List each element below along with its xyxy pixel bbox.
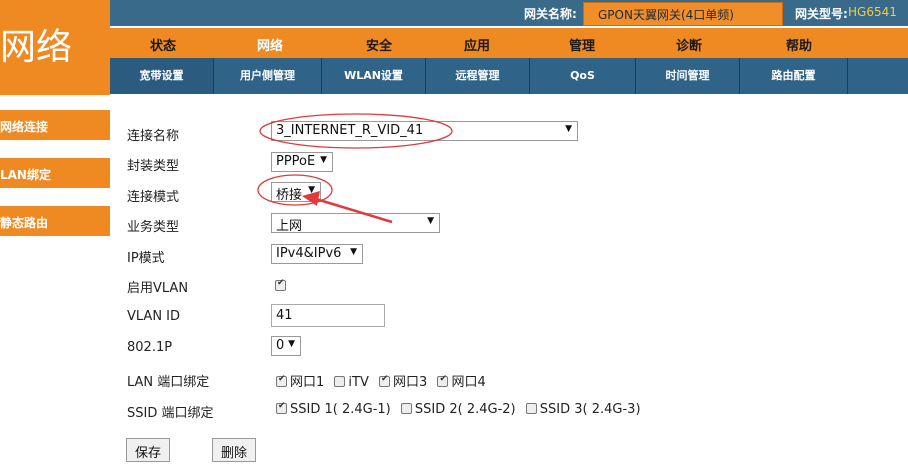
page-title: 网络 [0, 27, 73, 68]
lan-binding-options: 网口1 iTV 网口3 网口4 [276, 371, 492, 390]
service-type-value: 上网 [276, 219, 303, 233]
sub-nav-user-side[interactable]: 用户侧管理 [214, 58, 322, 94]
gateway-model-value: HG6541 [848, 5, 897, 19]
sidebar-item-label: 静态路由 [0, 216, 49, 230]
encap-type-label: 封装类型 [127, 159, 180, 174]
connection-mode-value: 桥接 [276, 188, 303, 202]
main-nav-apps[interactable]: 应用 [464, 35, 490, 54]
vlan-id-label: VLAN ID [127, 309, 181, 324]
sub-nav-remote[interactable]: 远程管理 [426, 58, 530, 94]
chevron-down-icon: ▼ [288, 339, 295, 349]
lan-port1-checkbox[interactable] [276, 374, 287, 387]
ssid2-checkbox[interactable] [400, 403, 412, 414]
connection-mode-select[interactable]: 桥接 ▼ [271, 182, 321, 202]
main-nav-manage[interactable]: 管理 [569, 35, 595, 54]
chevron-down-icon: ▼ [427, 216, 434, 226]
p8021-select[interactable]: 0 ▼ [271, 336, 301, 356]
enable-vlan-checkbox[interactable] [275, 278, 286, 291]
sub-nav-wlan[interactable]: WLAN设置 [322, 58, 426, 94]
main-nav-diagnose[interactable]: 诊断 [676, 35, 702, 54]
chevron-down-icon: ▼ [308, 185, 315, 195]
p8021-value: 0 [276, 338, 285, 353]
main-nav-network[interactable]: 网络 [257, 35, 283, 54]
ssid-binding-options: SSID 1( 2.4G-1) SSID 2( 2.4G-2) SSID 3( … [276, 401, 647, 417]
lan-port4-label: 网口4 [451, 375, 486, 390]
connection-name-select[interactable]: 3_INTERNET_R_VID_41 ▼ [271, 121, 578, 141]
chevron-down-icon: ▼ [320, 155, 327, 165]
encap-type-select[interactable]: PPPoE ▼ [271, 152, 333, 172]
main-nav-help[interactable]: 帮助 [786, 35, 812, 54]
p8021-label: 802.1P [127, 340, 173, 355]
lan-port3-label: 网口3 [393, 375, 428, 390]
chevron-down-icon: ▼ [565, 124, 572, 134]
ssid3-checkbox[interactable] [525, 403, 537, 414]
service-type-label: 业务类型 [127, 220, 180, 235]
sidebar-item-network-connection[interactable]: 网络连接 [0, 110, 110, 140]
sidebar-item-label: LAN绑定 [0, 168, 51, 182]
ssid1-label: SSID 1( 2.4G-1) [290, 402, 391, 417]
service-type-select[interactable]: 上网 ▼ [271, 213, 440, 233]
save-button[interactable]: 保存 [126, 438, 171, 462]
delete-button[interactable]: 删除 [212, 438, 257, 462]
lan-port4-checkbox[interactable] [437, 374, 449, 387]
main-nav-security[interactable]: 安全 [366, 35, 392, 54]
ssid-binding-label: SSID 端口绑定 [127, 406, 214, 421]
main-nav-status[interactable]: 状态 [150, 35, 176, 54]
vlan-id-value: 41 [276, 308, 293, 323]
sidebar-item-lan-binding[interactable]: LAN绑定 [0, 158, 110, 188]
sidebar-item-static-route[interactable]: 静态路由 [0, 206, 110, 236]
lan-binding-label: LAN 端口绑定 [127, 375, 210, 390]
sub-nav-time[interactable]: 时间管理 [636, 58, 740, 94]
logo-area: 网络 [0, 0, 110, 95]
ip-mode-select[interactable]: IPv4&IPv6 ▼ [271, 244, 363, 264]
gateway-name-value: GPON天翼网关(4口单频) [583, 2, 783, 26]
lan-itv-checkbox[interactable] [334, 376, 346, 387]
top-info-strip [110, 0, 908, 26]
encap-type-value: PPPoE [276, 154, 316, 169]
ssid2-label: SSID 2( 2.4G-2) [414, 402, 516, 417]
sub-nav-route[interactable]: 路由配置 [740, 58, 848, 94]
ssid3-label: SSID 3( 2.4G-3) [539, 402, 641, 417]
gateway-name-label: 网关名称: [524, 7, 577, 21]
sub-nav: 宽带设置 用户侧管理 WLAN设置 远程管理 QoS 时间管理 路由配置 [110, 58, 908, 94]
gateway-model-label: 网关型号: [795, 7, 848, 21]
ip-mode-label: IP模式 [127, 251, 165, 266]
lan-itv-label: iTV [348, 375, 369, 390]
chevron-down-icon: ▼ [350, 247, 357, 257]
connection-name-value: 3_INTERNET_R_VID_41 [276, 123, 424, 138]
sub-nav-qos[interactable]: QoS [530, 58, 636, 94]
sidebar-item-label: 网络连接 [0, 120, 49, 134]
connection-mode-label: 连接模式 [127, 190, 180, 205]
lan-port3-checkbox[interactable] [379, 374, 391, 387]
connection-name-label: 连接名称 [127, 129, 180, 144]
main-nav: 状态 网络 安全 应用 管理 诊断 帮助 [110, 28, 908, 58]
lan-port1-label: 网口1 [290, 375, 325, 390]
enable-vlan-label: 启用VLAN [127, 281, 189, 296]
vlan-id-input[interactable]: 41 [271, 304, 385, 327]
sub-nav-broadband[interactable]: 宽带设置 [110, 58, 214, 94]
ip-mode-value: IPv4&IPv6 [276, 246, 342, 261]
ssid1-checkbox[interactable] [276, 401, 287, 414]
